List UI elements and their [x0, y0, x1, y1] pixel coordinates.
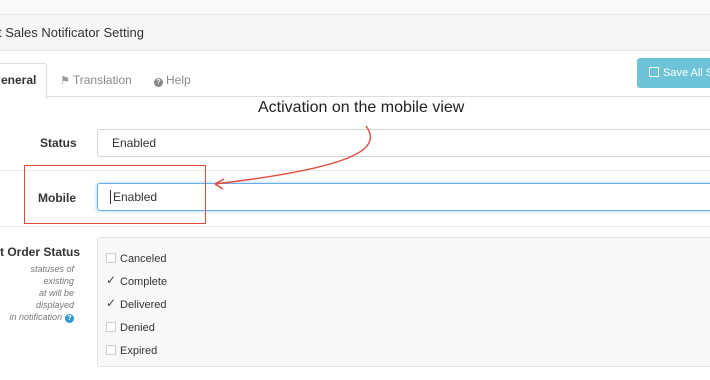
save-icon — [649, 67, 659, 77]
question-circle-icon: ? — [154, 78, 163, 87]
checkbox-icon[interactable] — [106, 253, 116, 263]
annotation-text: Activation on the mobile view — [258, 99, 465, 116]
tab-help[interactable]: ? Help — [154, 65, 191, 96]
order-status-help: statuses of existing at will be displaye… — [0, 263, 74, 323]
annotation-highlight-box — [24, 165, 206, 224]
tab-bar: eneral ⚑ Translation ? Help — [0, 51, 710, 99]
checkbox-denied[interactable]: Denied — [106, 322, 155, 334]
row-divider — [0, 226, 710, 227]
tab-translation[interactable]: ⚑ Translation — [60, 65, 132, 96]
flag-icon: ⚑ — [60, 75, 70, 87]
tab-general-label: eneral — [1, 73, 37, 87]
order-status-label: t Order Status — [0, 245, 81, 259]
status-label: Status — [40, 136, 77, 150]
order-status-checklist: Canceled Complete Delivered Denied Expir… — [97, 237, 710, 367]
help-icon[interactable]: ? — [65, 314, 74, 323]
help-line-last: in notification? — [0, 311, 74, 323]
tab-help-label: Help — [166, 73, 191, 87]
status-select[interactable]: Enabled — [97, 129, 710, 157]
panel-heading: t Sales Notificator Setting — [0, 15, 710, 51]
checkbox-canceled[interactable]: Canceled — [106, 253, 166, 265]
help-line: at will be displayed — [35, 288, 74, 310]
tab-general[interactable]: eneral — [0, 63, 48, 99]
checkbox-expired[interactable]: Expired — [106, 345, 157, 357]
checkbox-delivered[interactable]: Delivered — [106, 296, 166, 311]
top-bar — [0, 0, 710, 15]
save-all-label: Save All Se — [663, 67, 710, 79]
checkmark-icon[interactable] — [106, 273, 116, 287]
save-all-button[interactable]: Save All Se — [637, 58, 710, 88]
checkbox-icon[interactable] — [106, 322, 116, 332]
page-title: t Sales Notificator Setting — [0, 25, 144, 40]
status-value: Enabled — [112, 136, 157, 150]
checkbox-complete[interactable]: Complete — [106, 273, 167, 288]
checkmark-icon[interactable] — [106, 296, 116, 310]
checkbox-icon[interactable] — [106, 345, 116, 355]
help-line: statuses of existing — [30, 264, 74, 286]
tab-translation-label: Translation — [72, 73, 132, 87]
